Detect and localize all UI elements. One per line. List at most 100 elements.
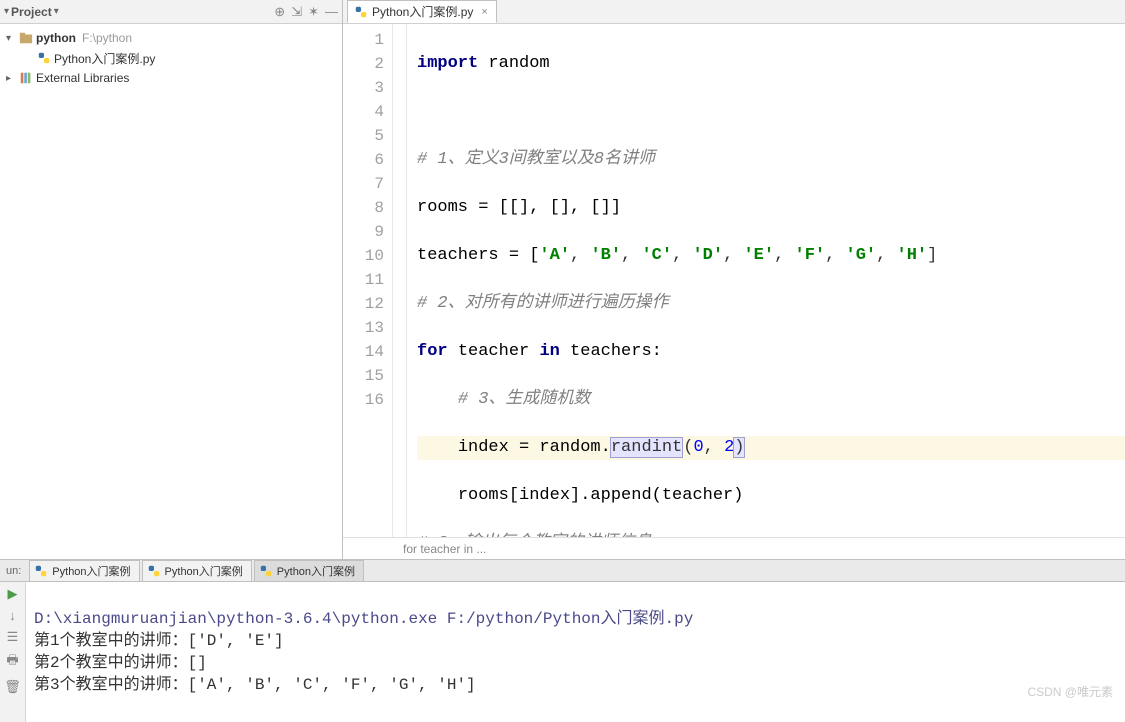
code-token: teacher bbox=[458, 342, 529, 361]
project-tree[interactable]: ▾ python F:\python Python入门案例.py ▸ Exter… bbox=[0, 24, 342, 92]
line-number: 1 bbox=[343, 28, 384, 52]
line-number: 4 bbox=[343, 100, 384, 124]
python-run-icon bbox=[259, 564, 273, 578]
run-tab-bar: un: Python入门案例 Python入门案例 Python入门案例 bbox=[0, 560, 1125, 582]
code-comment: # 1、定义3间教室以及8名讲师 bbox=[417, 150, 655, 169]
editor-tab-bar: Python入门案例.py × bbox=[343, 0, 1125, 24]
console-line: 第1个教室中的讲师：['D', 'E'] bbox=[34, 632, 284, 650]
project-file[interactable]: Python入门案例.py bbox=[0, 48, 342, 68]
code-token: , bbox=[704, 438, 724, 457]
line-number: 8 bbox=[343, 196, 384, 220]
run-tab-label: Python入门案例 bbox=[165, 563, 243, 579]
breadcrumb[interactable]: for teacher in ... bbox=[403, 542, 486, 556]
run-config-tab[interactable]: Python入门案例 bbox=[142, 560, 252, 581]
code-token: random bbox=[488, 54, 549, 73]
project-root-label: python bbox=[36, 31, 76, 45]
console-output[interactable]: D:\xiangmuruanjian\python-3.6.4\python.e… bbox=[26, 582, 1125, 722]
close-tab-icon[interactable]: × bbox=[481, 6, 487, 18]
external-libraries-label: External Libraries bbox=[36, 71, 129, 85]
line-number: 11 bbox=[343, 268, 384, 292]
watermark: CSDN @唯元素 bbox=[1027, 683, 1113, 700]
expand-icon[interactable]: ▸ bbox=[6, 73, 18, 84]
line-number: 2 bbox=[343, 52, 384, 76]
code-token: randint bbox=[611, 438, 682, 457]
python-file-icon bbox=[354, 4, 368, 19]
editor-body[interactable]: 1 2 3 4 5 6 7 8 9 10 11 12 13 14 15 16 i… bbox=[343, 24, 1125, 537]
code-token: teachers = [ bbox=[417, 246, 539, 265]
collapse-icon[interactable]: ▾ bbox=[4, 6, 9, 17]
python-file-icon bbox=[36, 51, 52, 66]
code-area[interactable]: import random # 1、定义3间教室以及8名讲师 rooms = [… bbox=[407, 24, 1125, 537]
target-icon[interactable]: ⊕ bbox=[274, 4, 285, 20]
editor-tab[interactable]: Python入门案例.py × bbox=[347, 0, 497, 23]
line-number: 10 bbox=[343, 244, 384, 268]
line-number: 16 bbox=[343, 388, 384, 412]
line-number: 6 bbox=[343, 148, 384, 172]
editor-tab-label: Python入门案例.py bbox=[372, 3, 473, 20]
line-number: 12 bbox=[343, 292, 384, 316]
code-string: 'C' bbox=[641, 246, 672, 265]
console-line: 第2个教室中的讲师：[] bbox=[34, 654, 207, 672]
breadcrumb-bar: for teacher in ... bbox=[343, 537, 1125, 559]
python-run-icon bbox=[147, 564, 161, 578]
code-token: in bbox=[539, 342, 559, 361]
code-string: 'F' bbox=[795, 246, 826, 265]
line-number: 13 bbox=[343, 316, 384, 340]
run-toolbar: ▶ ↓ ☰ 🖶 🗑 bbox=[0, 582, 26, 722]
print-icon[interactable]: 🖶 bbox=[6, 651, 18, 673]
line-number: 3 bbox=[343, 76, 384, 100]
stop-icon[interactable]: ↓ bbox=[9, 608, 16, 623]
code-string: 'B' bbox=[590, 246, 621, 265]
console-line: 第3个教室中的讲师：['A', 'B', 'C', 'F', 'G', 'H'] bbox=[34, 676, 476, 694]
settings-icon[interactable]: ✶ bbox=[308, 4, 319, 20]
code-comment: # 2、对所有的讲师进行遍历操作 bbox=[417, 294, 669, 313]
code-string: 'A' bbox=[539, 246, 570, 265]
code-number: 0 bbox=[693, 438, 703, 457]
code-token: rooms[index].append(teacher) bbox=[458, 486, 744, 505]
line-number: 15 bbox=[343, 364, 384, 388]
code-token: for bbox=[417, 342, 448, 361]
run-tool-window: un: Python入门案例 Python入门案例 Python入门案例 ▶ ↓… bbox=[0, 560, 1125, 704]
code-token: ) bbox=[734, 438, 744, 457]
run-config-tab-active[interactable]: Python入门案例 bbox=[254, 560, 364, 581]
dropdown-icon[interactable]: ▾ bbox=[54, 6, 59, 17]
project-title: Project bbox=[11, 5, 52, 19]
code-string: 'G' bbox=[846, 246, 877, 265]
code-string: 'D' bbox=[692, 246, 723, 265]
external-libraries[interactable]: ▸ External Libraries bbox=[0, 68, 342, 88]
code-comment: # 3、输出每个教室的讲师信息 bbox=[417, 534, 652, 537]
code-token: import bbox=[417, 54, 478, 73]
code-token: ( bbox=[683, 438, 693, 457]
code-token: teachers: bbox=[570, 342, 662, 361]
project-root-path: F:\python bbox=[82, 31, 132, 45]
code-token: index = random. bbox=[458, 438, 611, 457]
project-root[interactable]: ▾ python F:\python bbox=[0, 28, 342, 48]
delete-icon[interactable]: 🗑 bbox=[4, 679, 21, 695]
line-number-gutter: 1 2 3 4 5 6 7 8 9 10 11 12 13 14 15 16 bbox=[343, 24, 393, 537]
run-tab-label: Python入门案例 bbox=[277, 563, 355, 579]
line-number: 9 bbox=[343, 220, 384, 244]
editor-area: Python入门案例.py × 1 2 3 4 5 6 7 8 9 10 11 … bbox=[343, 0, 1125, 559]
code-string: 'E' bbox=[743, 246, 774, 265]
project-header: ▾ Project ▾ ⊕ ⇲ ✶ — bbox=[0, 0, 342, 24]
code-string: 'H' bbox=[897, 246, 928, 265]
collapse-all-icon[interactable]: ⇲ bbox=[291, 4, 302, 20]
run-tab-label: Python入门案例 bbox=[52, 563, 130, 579]
hide-icon[interactable]: — bbox=[325, 4, 338, 20]
expand-icon[interactable]: ▾ bbox=[6, 33, 18, 44]
line-number: 5 bbox=[343, 124, 384, 148]
project-file-label: Python入门案例.py bbox=[54, 50, 155, 67]
project-tool-window: ▾ Project ▾ ⊕ ⇲ ✶ — ▾ python F:\python bbox=[0, 0, 343, 559]
line-number: 7 bbox=[343, 172, 384, 196]
console-command: D:\xiangmuruanjian\python-3.6.4\python.e… bbox=[34, 610, 693, 628]
code-number: 2 bbox=[724, 438, 734, 457]
run-label: un: bbox=[0, 565, 27, 577]
line-number: 14 bbox=[343, 340, 384, 364]
code-comment: # 3、生成随机数 bbox=[458, 390, 591, 409]
rerun-icon[interactable]: ▶ bbox=[8, 586, 18, 602]
run-config-tab[interactable]: Python入门案例 bbox=[29, 560, 139, 581]
python-run-icon bbox=[34, 564, 48, 578]
libraries-icon bbox=[18, 71, 34, 86]
code-token: rooms = [[], [], []] bbox=[417, 198, 621, 217]
layout-icon[interactable]: ☰ bbox=[7, 629, 19, 645]
